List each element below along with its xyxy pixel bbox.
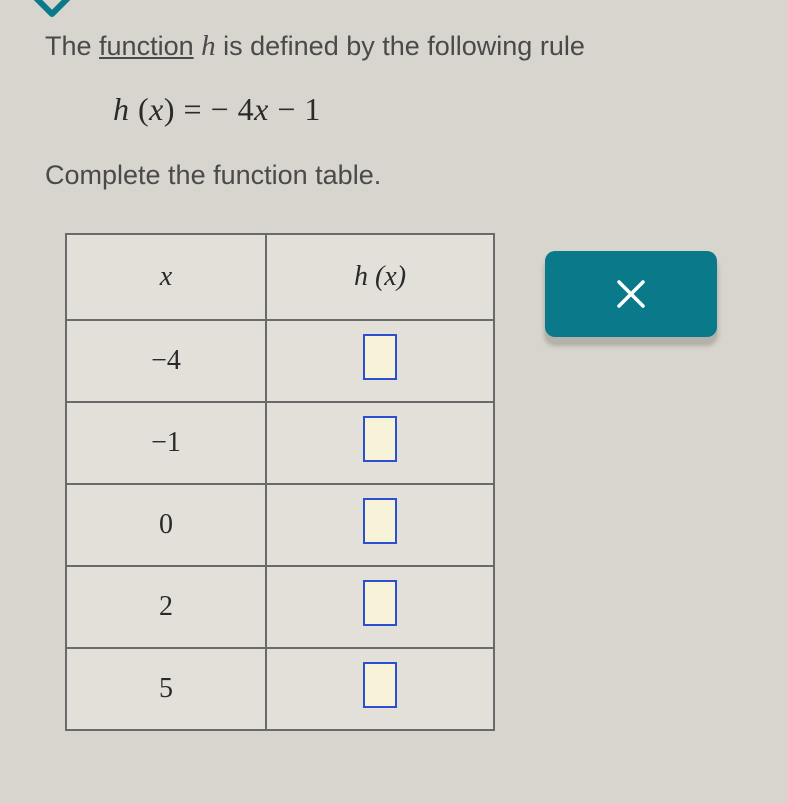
instruction-text: Complete the function table.: [45, 160, 787, 191]
header-hx: h (x): [266, 234, 494, 320]
function-equation: h (x) = − 4x − 1: [113, 91, 787, 128]
answer-input[interactable]: [363, 334, 397, 380]
intro-prefix: The: [45, 31, 99, 61]
cell-hx: [266, 648, 494, 730]
intro-space: [194, 31, 202, 61]
eq-coef: 4: [238, 91, 255, 127]
intro-func-name: h: [201, 30, 216, 62]
cell-hx: [266, 566, 494, 648]
table-row: −1: [66, 402, 494, 484]
cell-hx: [266, 484, 494, 566]
chevron-down-icon[interactable]: [30, 0, 74, 27]
header-x: x: [66, 234, 266, 320]
eq-func: h: [113, 91, 130, 127]
cell-x: −1: [66, 402, 266, 484]
eq-const: 1: [304, 91, 321, 127]
intro-suffix: is defined by the following rule: [216, 31, 585, 61]
eq-minus: −: [269, 91, 305, 127]
eq-neg: −: [211, 91, 238, 127]
eq-var2: x: [254, 91, 269, 127]
cell-x: 0: [66, 484, 266, 566]
table-row: 5: [66, 648, 494, 730]
cell-x: −4: [66, 320, 266, 402]
cell-x: 5: [66, 648, 266, 730]
eq-sign: =: [184, 91, 211, 127]
eq-open: (: [130, 91, 150, 127]
eq-close: ): [164, 91, 184, 127]
table-row: −4: [66, 320, 494, 402]
intro-text: The function h is defined by the followi…: [45, 30, 787, 63]
answer-input[interactable]: [363, 580, 397, 626]
answer-input[interactable]: [363, 498, 397, 544]
question-content: The function h is defined by the followi…: [0, 0, 787, 731]
cell-x: 2: [66, 566, 266, 648]
eq-var: x: [149, 91, 164, 127]
cell-hx: [266, 402, 494, 484]
close-button[interactable]: [545, 251, 717, 337]
cell-hx: [266, 320, 494, 402]
table-row: 2: [66, 566, 494, 648]
close-icon: [614, 277, 648, 311]
function-link[interactable]: function: [99, 31, 194, 61]
answer-input[interactable]: [363, 416, 397, 462]
table-row: 0: [66, 484, 494, 566]
answer-input[interactable]: [363, 662, 397, 708]
function-table: x h (x) −4 −1 0: [65, 233, 495, 731]
